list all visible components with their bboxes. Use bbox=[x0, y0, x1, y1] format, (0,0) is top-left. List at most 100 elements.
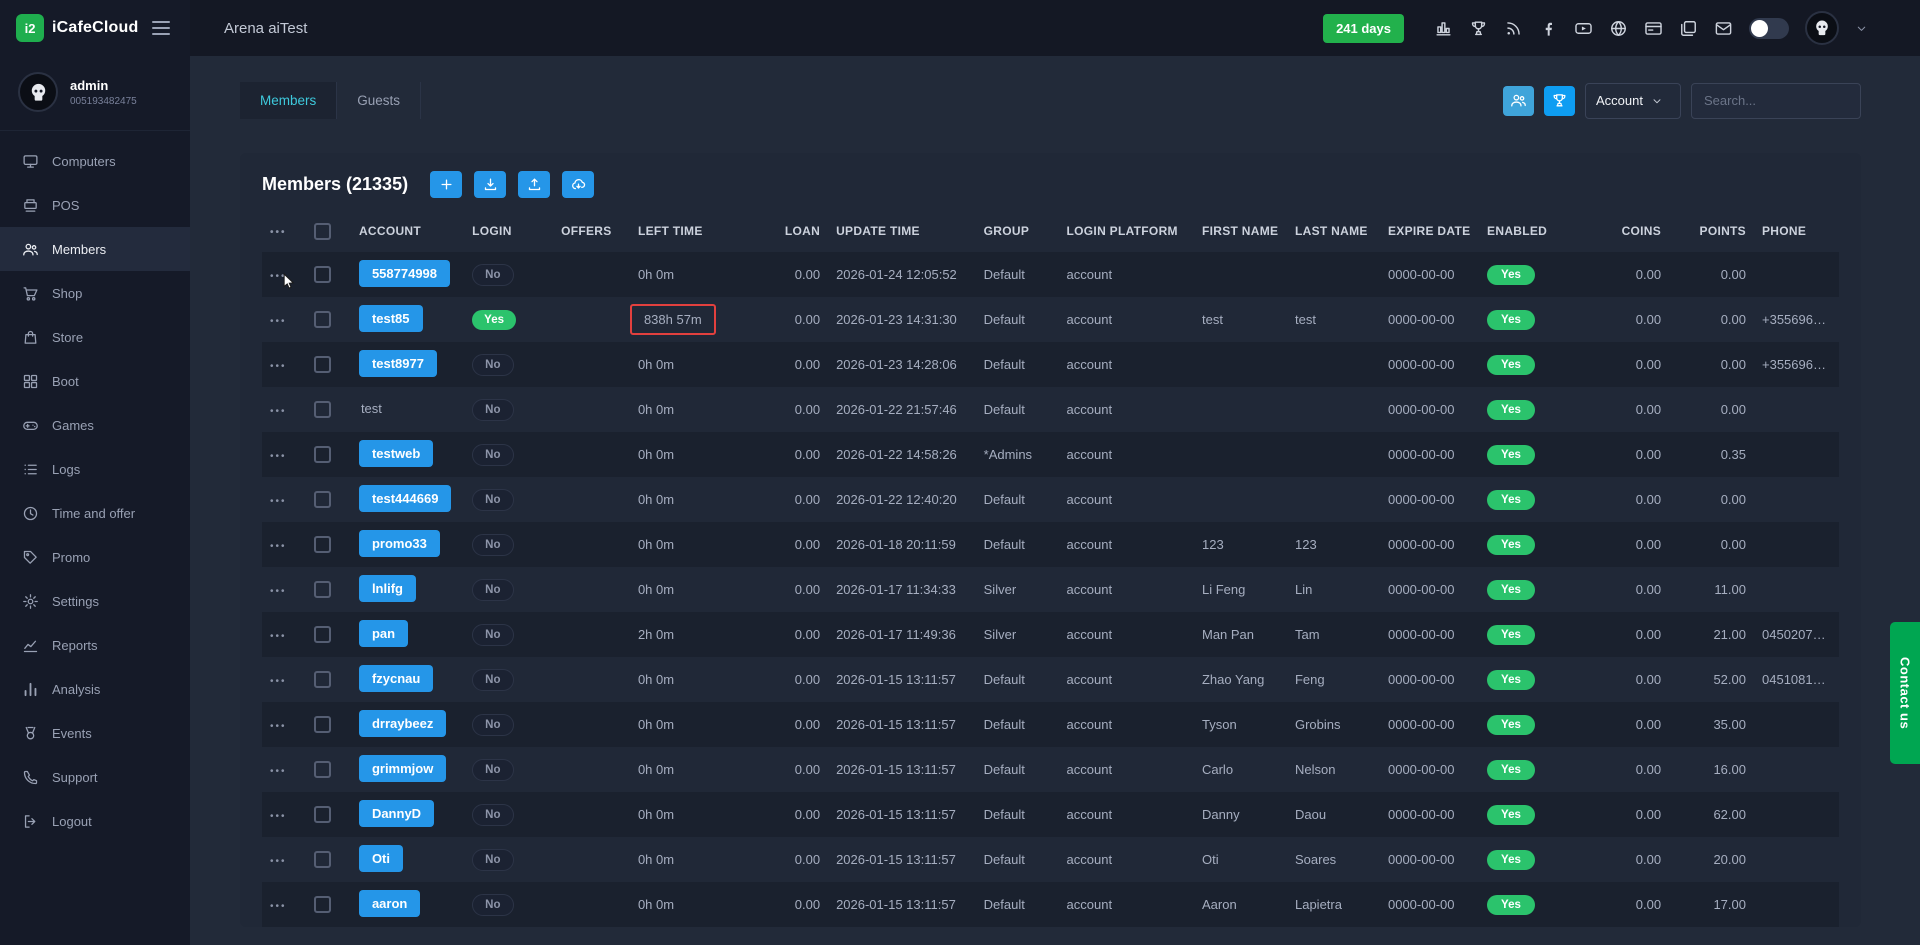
account-link[interactable]: test85 bbox=[359, 305, 423, 332]
facebook-icon[interactable] bbox=[1539, 19, 1558, 38]
row-actions-button[interactable]: ••• bbox=[270, 496, 287, 507]
account-link[interactable]: grimmjow bbox=[359, 755, 446, 782]
tab-members[interactable]: Members bbox=[240, 82, 337, 119]
sidebar-item-shop[interactable]: Shop bbox=[0, 271, 190, 315]
last-name-cell bbox=[1287, 387, 1380, 432]
trophy-icon[interactable] bbox=[1469, 19, 1488, 38]
sidebar-item-settings[interactable]: Settings bbox=[0, 579, 190, 623]
row-checkbox[interactable] bbox=[314, 716, 331, 733]
sidebar-item-time-and-offer[interactable]: Time and offer bbox=[0, 491, 190, 535]
globe-icon[interactable] bbox=[1609, 19, 1628, 38]
account-link[interactable]: testweb bbox=[359, 440, 433, 467]
sidebar-avatar[interactable] bbox=[18, 72, 58, 112]
first-name-cell: Li Feng bbox=[1194, 567, 1287, 612]
row-actions-button[interactable]: ••• bbox=[270, 271, 287, 282]
sidebar-item-promo[interactable]: Promo bbox=[0, 535, 190, 579]
account-link[interactable]: test444669 bbox=[359, 485, 452, 512]
sidebar-item-events[interactable]: Events bbox=[0, 711, 190, 755]
theme-toggle[interactable] bbox=[1749, 18, 1789, 39]
coins-cell: 0.00 bbox=[1602, 522, 1669, 567]
login-status-badge: No bbox=[472, 534, 513, 556]
sidebar-item-pos[interactable]: POS bbox=[0, 183, 190, 227]
account-link[interactable]: pan bbox=[359, 620, 408, 647]
sidebar-item-support[interactable]: Support bbox=[0, 755, 190, 799]
row-checkbox[interactable] bbox=[314, 896, 331, 913]
row-actions-button[interactable]: ••• bbox=[270, 631, 287, 642]
account-link[interactable]: promo33 bbox=[359, 530, 440, 557]
layers-icon[interactable] bbox=[1679, 19, 1698, 38]
first-name-cell: 123 bbox=[1194, 522, 1287, 567]
row-actions-button[interactable]: ••• bbox=[270, 766, 287, 777]
group-cell: Default bbox=[976, 657, 1059, 702]
row-checkbox[interactable] bbox=[314, 581, 331, 598]
ranking-button[interactable] bbox=[1544, 86, 1575, 116]
cloud-download-button[interactable] bbox=[562, 171, 594, 198]
row-actions-button[interactable]: ••• bbox=[270, 676, 287, 687]
row-actions-button[interactable]: ••• bbox=[270, 361, 287, 372]
rss-icon[interactable] bbox=[1504, 19, 1523, 38]
members-filter-button[interactable] bbox=[1503, 86, 1534, 116]
row-checkbox[interactable] bbox=[314, 401, 331, 418]
row-actions-button[interactable]: ••• bbox=[270, 541, 287, 552]
hamburger-menu-icon[interactable] bbox=[148, 17, 174, 39]
sidebar-item-members[interactable]: Members bbox=[0, 227, 190, 271]
account-link[interactable]: drraybeez bbox=[359, 710, 446, 737]
search-field-select[interactable]: Account bbox=[1585, 83, 1681, 119]
sidebar-item-logout[interactable]: Logout bbox=[0, 799, 190, 843]
account-link[interactable]: fzycnau bbox=[359, 665, 433, 692]
left-time-cell: 0h 0m bbox=[638, 492, 674, 507]
account-link[interactable]: 558774998 bbox=[359, 260, 450, 287]
row-checkbox[interactable] bbox=[314, 446, 331, 463]
sidebar-item-boot[interactable]: Boot bbox=[0, 359, 190, 403]
upload-button[interactable] bbox=[518, 171, 550, 198]
row-checkbox[interactable] bbox=[314, 536, 331, 553]
row-checkbox[interactable] bbox=[314, 761, 331, 778]
row-actions-button[interactable]: ••• bbox=[270, 811, 287, 822]
row-actions-button[interactable]: ••• bbox=[270, 856, 287, 867]
sidebar-item-reports[interactable]: Reports bbox=[0, 623, 190, 667]
loan-cell: 0.00 bbox=[763, 297, 828, 342]
user-avatar[interactable] bbox=[1805, 11, 1839, 45]
row-checkbox[interactable] bbox=[314, 491, 331, 508]
app-logo[interactable]: i2 iCafeCloud bbox=[16, 14, 138, 42]
row-actions-button[interactable]: ••• bbox=[270, 586, 287, 597]
sidebar-item-logs[interactable]: Logs bbox=[0, 447, 190, 491]
row-actions-button[interactable]: ••• bbox=[270, 721, 287, 732]
row-checkbox[interactable] bbox=[314, 311, 331, 328]
chevron-down-icon[interactable] bbox=[1855, 22, 1868, 35]
mail-icon[interactable] bbox=[1714, 19, 1733, 38]
sidebar-item-store[interactable]: Store bbox=[0, 315, 190, 359]
row-actions-button[interactable]: ••• bbox=[270, 901, 287, 912]
group-cell: Default bbox=[976, 252, 1059, 297]
sidebar-item-analysis[interactable]: Analysis bbox=[0, 667, 190, 711]
row-checkbox[interactable] bbox=[314, 806, 331, 823]
card-icon[interactable] bbox=[1644, 19, 1663, 38]
row-checkbox[interactable] bbox=[314, 671, 331, 688]
tab-guests[interactable]: Guests bbox=[337, 82, 421, 119]
row-checkbox[interactable] bbox=[314, 356, 331, 373]
select-all-checkbox[interactable] bbox=[314, 223, 331, 240]
days-remaining-badge[interactable]: 241 days bbox=[1323, 14, 1404, 43]
stats-icon[interactable] bbox=[1434, 19, 1453, 38]
header-actions-button[interactable]: ••• bbox=[270, 227, 287, 238]
sidebar-item-computers[interactable]: Computers bbox=[0, 139, 190, 183]
search-input[interactable] bbox=[1691, 83, 1861, 119]
download-button[interactable] bbox=[474, 171, 506, 198]
contact-us-button[interactable]: Contact us bbox=[1890, 622, 1920, 764]
sidebar-item-games[interactable]: Games bbox=[0, 403, 190, 447]
account-link[interactable]: test8977 bbox=[359, 350, 437, 377]
account-link[interactable]: aaron bbox=[359, 890, 420, 917]
last-name-cell bbox=[1287, 342, 1380, 387]
add-member-button[interactable] bbox=[430, 171, 462, 198]
row-checkbox[interactable] bbox=[314, 266, 331, 283]
row-actions-button[interactable]: ••• bbox=[270, 451, 287, 462]
row-checkbox[interactable] bbox=[314, 851, 331, 868]
row-checkbox[interactable] bbox=[314, 626, 331, 643]
account-link[interactable]: lnlifg bbox=[359, 575, 416, 602]
youtube-icon[interactable] bbox=[1574, 19, 1593, 38]
row-actions-button[interactable]: ••• bbox=[270, 406, 287, 417]
row-actions-button[interactable]: ••• bbox=[270, 316, 287, 327]
account-link[interactable]: DannyD bbox=[359, 800, 434, 827]
account-link[interactable]: test bbox=[359, 395, 384, 422]
account-link[interactable]: Oti bbox=[359, 845, 403, 872]
